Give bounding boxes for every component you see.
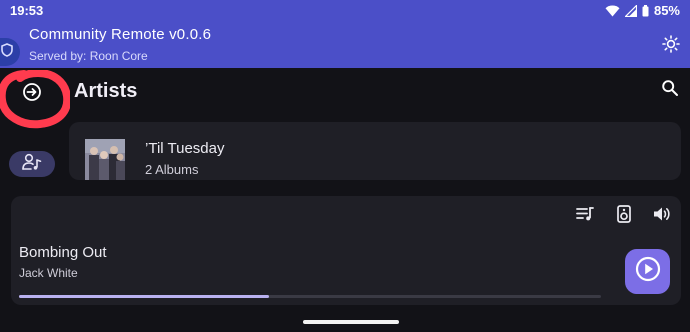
server-badge[interactable] xyxy=(0,38,20,66)
sidebar-item-artists[interactable] xyxy=(9,151,55,177)
progress-bar[interactable] xyxy=(19,295,601,298)
shield-icon xyxy=(1,42,13,62)
track-title: Bombing Out xyxy=(19,244,107,261)
brightness-icon xyxy=(662,34,680,58)
volume-button[interactable] xyxy=(653,207,671,225)
wifi-icon xyxy=(605,5,620,17)
app-bar: 19:53 85% Community Remote v0.0.6 Served… xyxy=(0,0,690,68)
artist-album-count: 2 Albums xyxy=(145,162,199,177)
battery-icon xyxy=(642,4,649,17)
signal-icon xyxy=(624,4,637,17)
queue-icon xyxy=(576,206,594,227)
person-music-icon xyxy=(22,153,42,176)
now-playing-bar: Bombing Out Jack White xyxy=(11,196,681,305)
speaker-icon xyxy=(617,204,631,228)
play-button[interactable] xyxy=(625,249,670,294)
gesture-home-bar[interactable] xyxy=(303,320,399,324)
queue-button[interactable] xyxy=(576,206,594,227)
arrow-right-circle-icon xyxy=(22,82,42,107)
artist-name: ’Til Tuesday xyxy=(145,140,225,157)
play-circle-icon xyxy=(635,256,661,287)
server-subtitle: Served by: Roon Core xyxy=(29,49,148,63)
status-icons: 85% xyxy=(605,3,680,18)
volume-icon xyxy=(653,206,671,227)
search-button[interactable] xyxy=(660,79,680,102)
theme-toggle-button[interactable] xyxy=(660,34,682,58)
search-icon xyxy=(661,79,679,102)
open-nav-button[interactable] xyxy=(21,82,43,107)
progress-fill xyxy=(19,295,270,298)
app-title: Community Remote v0.0.6 xyxy=(29,26,212,43)
battery-percent: 85% xyxy=(653,3,680,18)
zone-button[interactable] xyxy=(615,204,633,228)
artist-list-item[interactable]: ’Til Tuesday 2 Albums xyxy=(69,122,681,180)
status-time: 19:53 xyxy=(10,3,44,18)
track-artist: Jack White xyxy=(19,266,78,280)
status-bar: 19:53 85% xyxy=(0,0,690,22)
page-title: Artists xyxy=(74,80,138,102)
artist-thumbnail xyxy=(85,139,125,180)
